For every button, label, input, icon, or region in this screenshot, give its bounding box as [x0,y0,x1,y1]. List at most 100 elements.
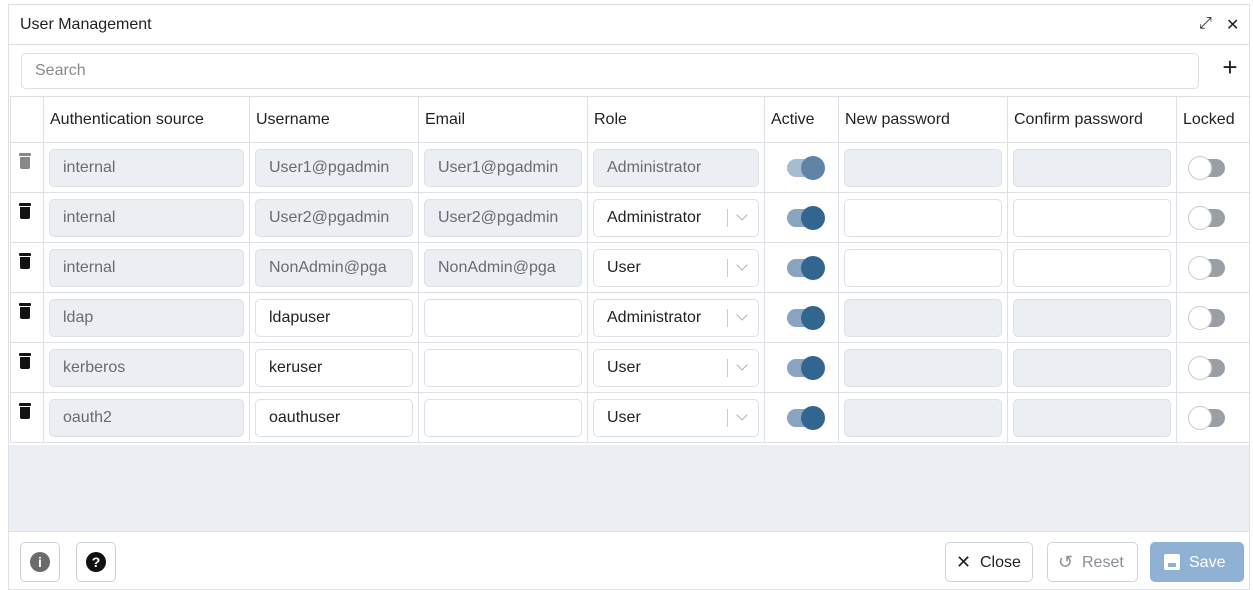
role-select[interactable]: User [593,399,759,437]
table-row: internal User1@pgadmin User1@pgadmin Adm… [10,142,1250,193]
username-field: NonAdmin@pga [255,249,413,287]
role-value: User [607,359,641,376]
table-header-row: Authentication source Username Email Rol… [10,96,1250,143]
new-password-field [844,399,1002,437]
trash-icon[interactable] [19,203,31,219]
dialog-footer: i ? ✕ Close ↺ Reset Save [9,531,1249,590]
email-field: User1@pgadmin [424,149,582,187]
reset-icon: ↺ [1058,552,1074,572]
column-header: Confirm password [1007,96,1177,143]
auth-source-field: internal [49,199,244,237]
username-field[interactable]: oauthuser [255,399,413,437]
new-password-field [844,299,1002,337]
trash-icon[interactable] [19,303,31,319]
email-field: User2@pgadmin [424,199,582,237]
locked-toggle[interactable] [1188,356,1225,380]
active-toggle[interactable] [787,406,825,430]
trash-icon[interactable] [19,403,31,419]
column-header: Username [249,96,419,143]
locked-toggle [1188,156,1225,180]
role-value: User [607,409,641,426]
chevron-down-icon[interactable] [736,309,748,321]
chevron-down-icon[interactable] [736,209,748,221]
role-select: Administrator [593,149,759,187]
search-box [21,53,1199,89]
table-empty-area [9,445,1249,531]
column-header: Active [764,96,839,143]
close-button-label: Close [980,554,1021,571]
table-row: ldap ldapuser Administrator [10,292,1250,343]
new-password-field [844,349,1002,387]
close-icon[interactable]: ✕ [1226,15,1239,35]
confirm-password-field [1013,349,1171,387]
email-field: NonAdmin@pga [424,249,582,287]
expand-icon[interactable]: ⤢ [1199,15,1212,33]
locked-toggle[interactable] [1188,256,1225,280]
column-header: New password [838,96,1008,143]
new-password-field [844,149,1002,187]
user-management-dialog: User Management ⤢ ✕ + Authentication sou… [8,4,1250,590]
auth-source-field: internal [49,149,244,187]
confirm-password-field[interactable] [1013,249,1171,287]
confirm-password-field [1013,149,1171,187]
add-user-icon[interactable]: + [1217,54,1243,81]
confirm-password-field [1013,299,1171,337]
username-field: User2@pgadmin [255,199,413,237]
table-row: internal NonAdmin@pga NonAdmin@pga User [10,242,1250,293]
info-icon: i [30,552,50,572]
email-field[interactable] [424,349,582,387]
role-select[interactable]: Administrator [593,199,759,237]
role-value: Administrator [607,309,702,326]
role-value: Administrator [607,209,702,226]
reset-button-label: Reset [1082,554,1124,571]
close-button[interactable]: ✕ Close [945,542,1033,582]
help-button[interactable]: ? [76,542,116,582]
email-field[interactable] [424,399,582,437]
close-icon: ✕ [956,552,972,572]
dialog-titlebar: User Management ⤢ ✕ [9,5,1249,45]
column-header: Authentication source [43,96,250,143]
trash-icon [19,153,31,169]
save-button[interactable]: Save [1150,542,1244,582]
username-field[interactable]: keruser [255,349,413,387]
username-field: User1@pgadmin [255,149,413,187]
auth-source-field: ldap [49,299,244,337]
auth-source-field: oauth2 [49,399,244,437]
role-select[interactable]: Administrator [593,299,759,337]
trash-icon[interactable] [19,253,31,269]
active-toggle[interactable] [787,206,825,230]
table-row: internal User2@pgadmin User2@pgadmin Adm… [10,192,1250,243]
confirm-password-field [1013,399,1171,437]
chevron-down-icon[interactable] [736,409,748,421]
role-select[interactable]: User [593,349,759,387]
column-header: Email [418,96,588,143]
confirm-password-field[interactable] [1013,199,1171,237]
active-toggle[interactable] [787,256,825,280]
locked-toggle[interactable] [1188,406,1225,430]
save-button-label: Save [1189,554,1226,571]
reset-button[interactable]: ↺ Reset [1047,542,1138,582]
users-table: Authentication source Username Email Rol… [10,96,1250,443]
column-header: Locked [1176,96,1250,143]
delete-cell [10,142,44,193]
active-toggle[interactable] [787,356,825,380]
active-toggle[interactable] [787,306,825,330]
new-password-field[interactable] [844,199,1002,237]
email-field[interactable] [424,299,582,337]
new-password-field[interactable] [844,249,1002,287]
role-value: User [607,259,641,276]
dialog-title: User Management [20,16,152,33]
role-select[interactable]: User [593,249,759,287]
trash-icon[interactable] [19,353,31,369]
auth-source-field: kerberos [49,349,244,387]
table-row: oauth2 oauthuser User [10,392,1250,443]
username-field[interactable]: ldapuser [255,299,413,337]
chevron-down-icon[interactable] [736,359,748,371]
locked-toggle[interactable] [1188,206,1225,230]
info-button[interactable]: i [20,542,60,582]
save-icon [1164,554,1180,570]
search-input[interactable] [22,54,1198,88]
chevron-down-icon[interactable] [736,259,748,271]
column-header-delete [10,96,44,143]
locked-toggle[interactable] [1188,306,1225,330]
